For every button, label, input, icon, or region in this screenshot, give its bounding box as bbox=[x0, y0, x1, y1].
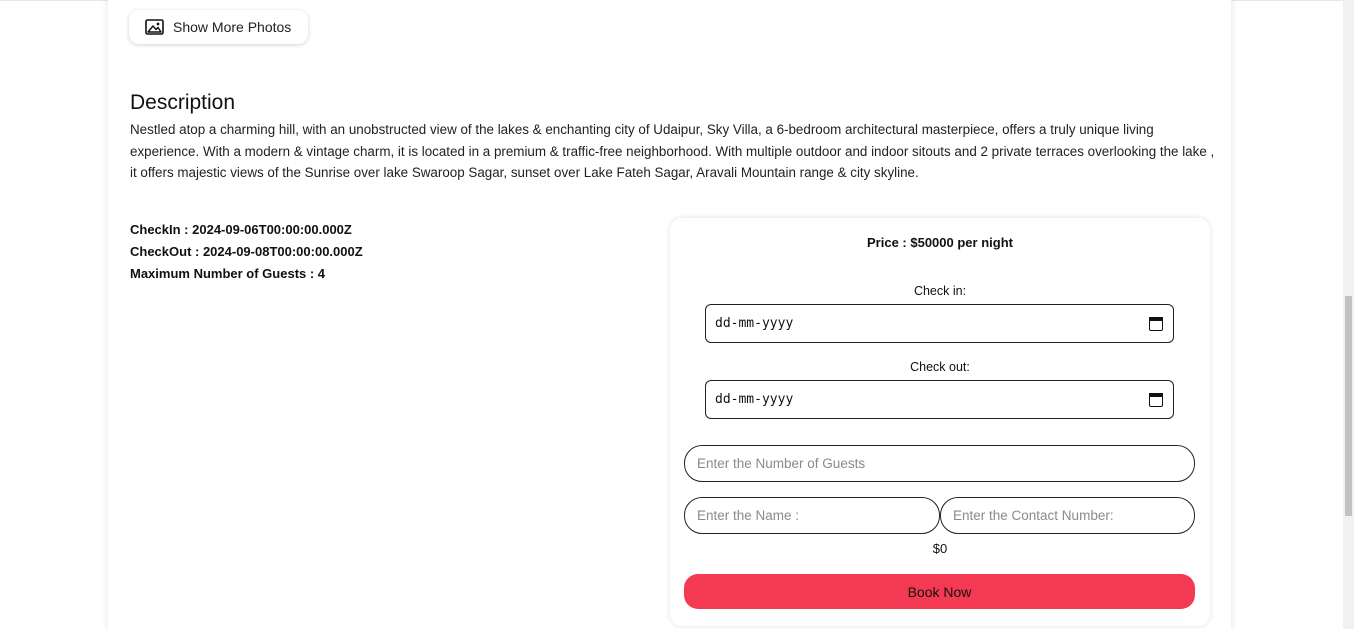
guests-placeholder: Enter the Number of Guests bbox=[697, 456, 866, 471]
checkin-detail: CheckIn : 2024-09-06T00:00:00.000Z bbox=[130, 222, 352, 237]
guests-input[interactable]: Enter the Number of Guests bbox=[684, 445, 1195, 482]
calendar-icon[interactable] bbox=[1149, 392, 1163, 407]
show-more-photos-button[interactable]: Show More Photos bbox=[129, 10, 308, 44]
checkout-detail: CheckOut : 2024-09-08T00:00:00.000Z bbox=[130, 244, 363, 259]
description-title: Description bbox=[130, 91, 236, 114]
checkin-date-value: dd-mm-yyyy bbox=[715, 316, 794, 331]
calendar-icon[interactable] bbox=[1149, 316, 1163, 331]
contact-input[interactable]: Enter the Contact Number: bbox=[940, 497, 1195, 534]
book-now-button[interactable]: Book Now bbox=[684, 574, 1195, 609]
checkout-label: Check out: bbox=[910, 360, 970, 374]
show-more-photos-label: Show More Photos bbox=[173, 19, 292, 35]
page: Show More Photos Description Nestled ato… bbox=[0, 0, 1354, 629]
checkin-date-input[interactable]: dd-mm-yyyy bbox=[705, 304, 1174, 343]
booking-panel: Price : $50000 per night Check in: dd-mm… bbox=[670, 218, 1210, 626]
book-now-label: Book Now bbox=[907, 583, 972, 600]
checkout-date-input[interactable]: dd-mm-yyyy bbox=[705, 380, 1174, 419]
checkin-label: Check in: bbox=[913, 284, 967, 298]
scrollbar-thumb[interactable] bbox=[1345, 296, 1352, 516]
checkout-date-value: dd-mm-yyyy bbox=[715, 392, 794, 407]
stay-details: CheckIn : 2024-09-06T00:00:00.000Z Check… bbox=[130, 219, 363, 285]
price-per-night: Price : $50000 per night bbox=[867, 235, 1013, 250]
contact-placeholder: Enter the Contact Number: bbox=[953, 508, 1114, 523]
total-price: $0 bbox=[932, 541, 948, 556]
description-text: Nestled atop a charming hill, with an un… bbox=[130, 122, 1215, 180]
image-icon bbox=[145, 19, 164, 35]
max-guests-detail: Maximum Number of Guests : 4 bbox=[130, 266, 326, 281]
name-input[interactable]: Enter the Name : bbox=[684, 497, 940, 534]
name-placeholder: Enter the Name : bbox=[697, 508, 800, 523]
